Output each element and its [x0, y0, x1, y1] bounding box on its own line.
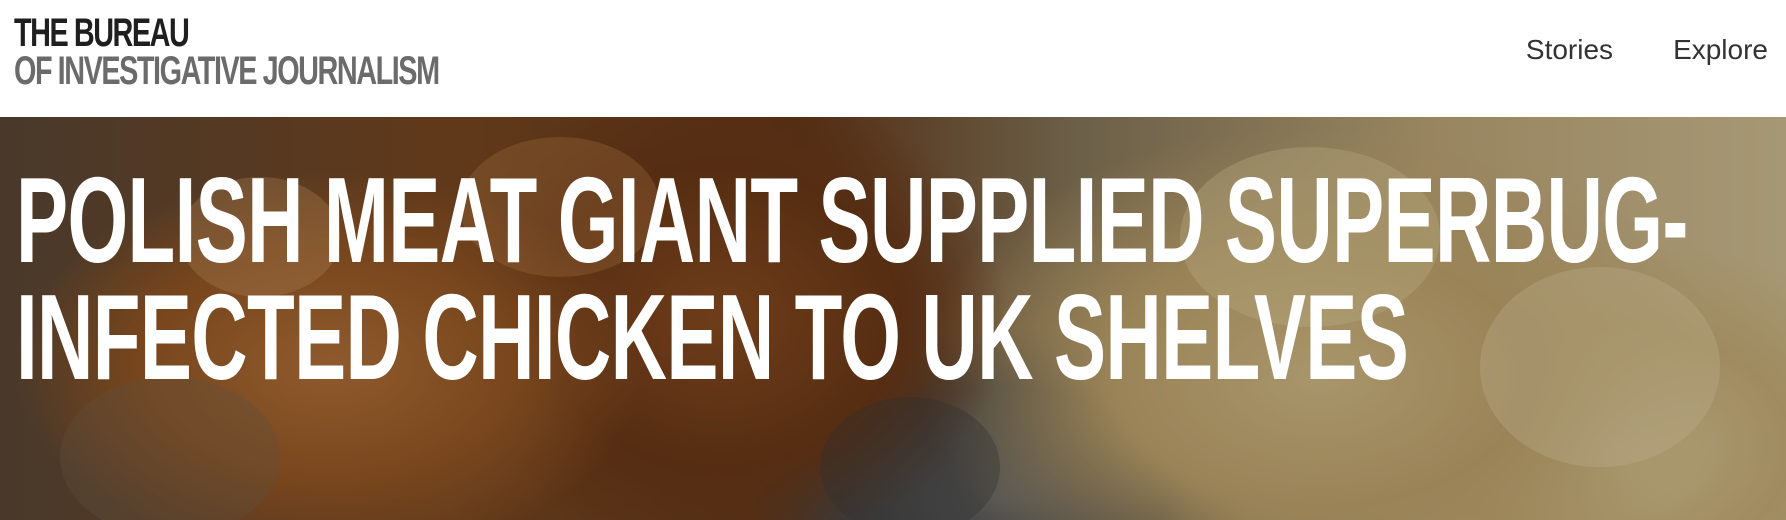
article-headline[interactable]: POLISH MEAT GIANT SUPPLIED SUPERBUG- INF… — [16, 152, 1688, 405]
nav-explore-link[interactable]: Explore — [1673, 34, 1768, 66]
logo-line-1: THE BUREAU — [14, 11, 190, 55]
headline-line-2: INFECTED CHICKEN TO UK SHELVES — [16, 269, 1409, 405]
headline-line-1: POLISH MEAT GIANT SUPPLIED SUPERBUG- — [16, 152, 1688, 288]
logo-line-2: OF INVESTIGATIVE JOURNALISM — [14, 49, 440, 93]
main-nav: Stories Explore — [1526, 34, 1768, 66]
site-header: THE BUREAU OF INVESTIGATIVE JOURNALISM S… — [0, 0, 1786, 117]
hero-texture — [820, 397, 1000, 520]
nav-stories-link[interactable]: Stories — [1526, 34, 1613, 66]
site-logo[interactable]: THE BUREAU OF INVESTIGATIVE JOURNALISM — [14, 11, 440, 93]
